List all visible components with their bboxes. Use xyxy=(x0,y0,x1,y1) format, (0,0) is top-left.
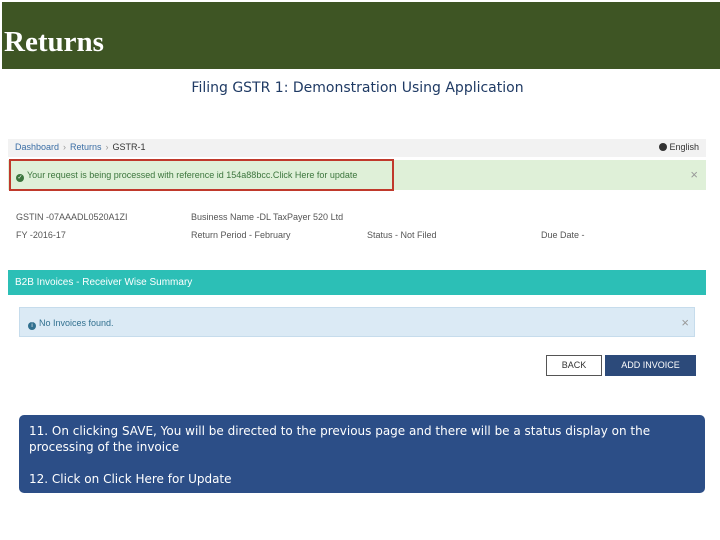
breadcrumb-separator-icon: › xyxy=(63,142,67,152)
highlight-box xyxy=(9,159,394,191)
language-selector[interactable]: English xyxy=(659,142,699,152)
title-bar: Returns xyxy=(2,2,720,69)
app-screenshot: Dashboard › Returns › GSTR-1 English ✓ Your r… xyxy=(8,139,706,389)
fy-label: FY -2016-17 xyxy=(16,230,66,240)
info-message: i No Invoices found. xyxy=(28,318,114,330)
language-label: English xyxy=(669,142,699,152)
return-period-label: Return Period - February xyxy=(191,230,291,240)
close-icon[interactable]: × xyxy=(690,167,698,182)
instruction-callout: 11. On clicking SAVE, You will be direct… xyxy=(19,415,705,493)
info-circle-icon: i xyxy=(28,322,36,330)
back-button[interactable]: BACK xyxy=(546,355,602,376)
gstin-label: GSTIN -07AAADL0520A1ZI xyxy=(16,212,128,222)
breadcrumb: Dashboard › Returns › GSTR-1 xyxy=(15,142,146,152)
breadcrumb-returns[interactable]: Returns xyxy=(70,142,102,152)
section-header: B2B Invoices - Receiver Wise Summary xyxy=(8,270,706,295)
info-alert: i No Invoices found. × xyxy=(19,307,695,337)
business-name-label: Business Name -DL TaxPayer 520 Ltd xyxy=(191,212,344,222)
status-label: Status - Not Filed xyxy=(367,230,437,240)
slide-subtitle: Filing GSTR 1: Demonstration Using Appli… xyxy=(191,80,524,96)
close-icon[interactable]: × xyxy=(681,315,689,330)
info-text: No Invoices found. xyxy=(39,318,114,328)
breadcrumb-separator-icon: › xyxy=(105,142,109,152)
instruction-step-11: 11. On clicking SAVE, You will be direct… xyxy=(29,424,651,454)
due-date-label: Due Date - xyxy=(541,230,585,240)
instruction-step-12: 12. Click on Click Here for Update xyxy=(29,472,232,486)
breadcrumb-gstr1: GSTR-1 xyxy=(112,142,146,152)
slide-title: Returns xyxy=(4,26,104,58)
section-title: B2B Invoices - Receiver Wise Summary xyxy=(15,277,193,288)
breadcrumb-dashboard[interactable]: Dashboard xyxy=(15,142,59,152)
globe-icon xyxy=(659,143,668,151)
breadcrumb-bar: Dashboard › Returns › GSTR-1 English xyxy=(8,139,706,157)
add-invoice-button[interactable]: ADD INVOICE xyxy=(605,355,696,376)
